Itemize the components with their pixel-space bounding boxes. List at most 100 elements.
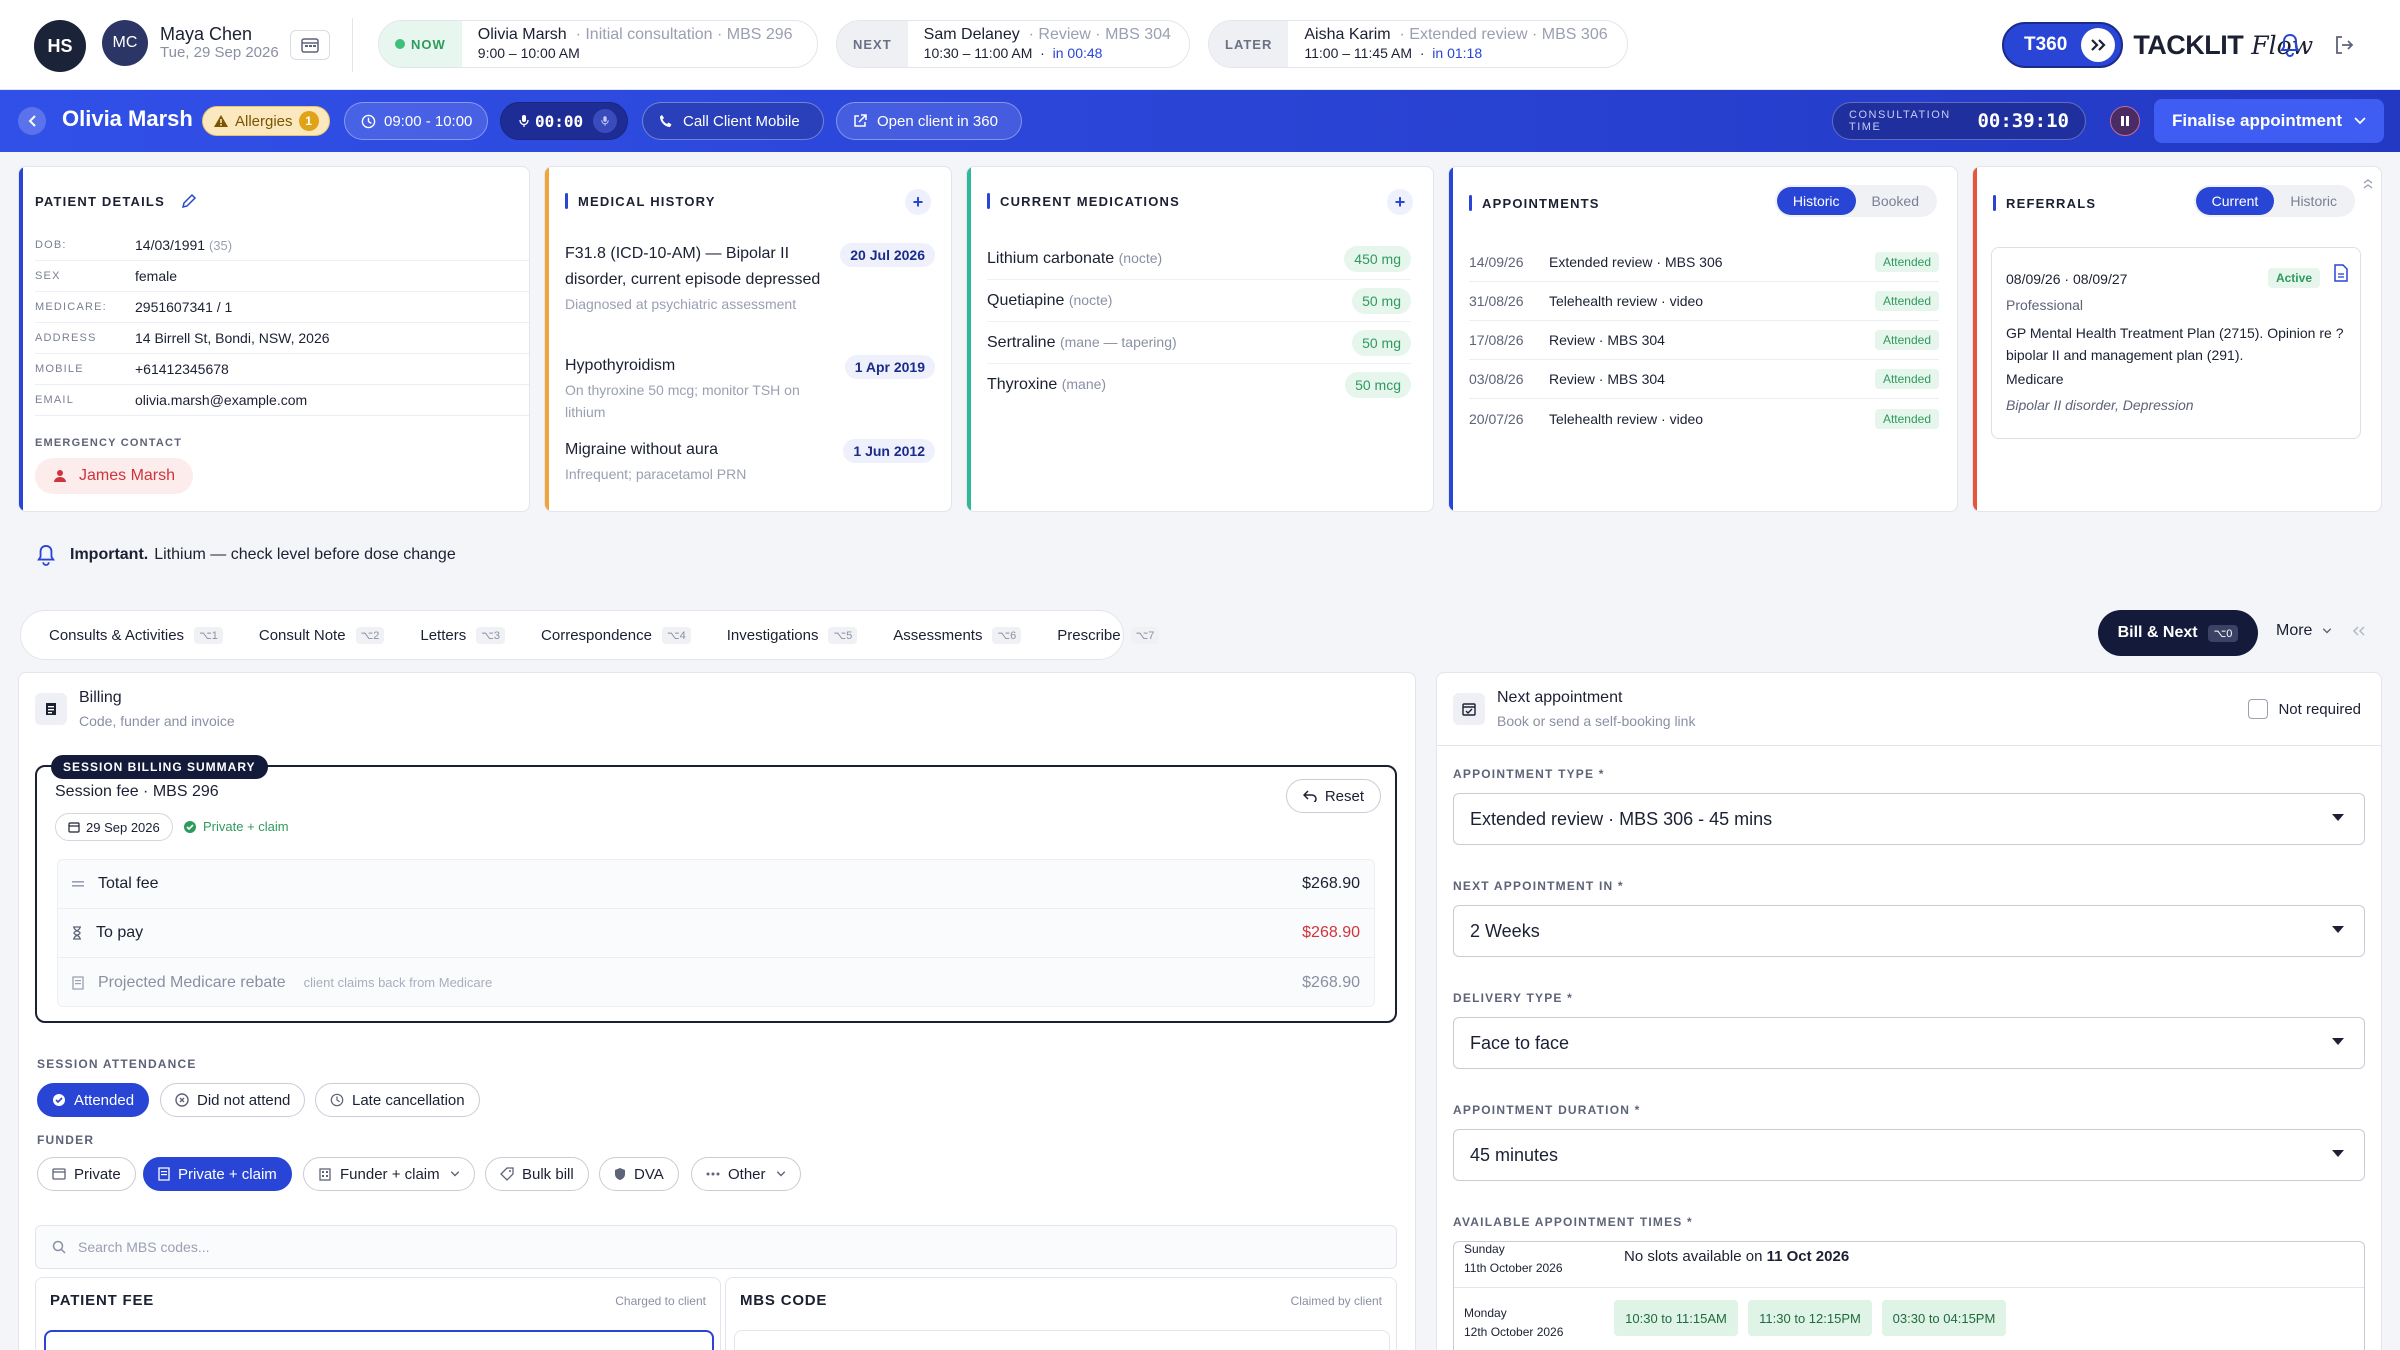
reset-button[interactable]: Reset <box>1285 779 1381 813</box>
more-menu-button[interactable]: More <box>2276 622 2366 640</box>
funder-bulk-bill[interactable]: Bulk bill <box>485 1157 589 1191</box>
later-patient-name: Aisha Karim <box>1304 26 1391 43</box>
history-item[interactable]: Migraine without aura Infrequent; parace… <box>565 437 935 485</box>
now-tag: NOW <box>379 21 462 67</box>
later-tag: LATER <box>1209 21 1289 67</box>
not-required-checkbox[interactable]: Not required <box>2248 699 2361 719</box>
microphone-toggle-icon[interactable] <box>593 109 618 133</box>
late-cancellation-option[interactable]: Late cancellation <box>315 1083 480 1117</box>
history-item[interactable]: Hypothyroidism On thyroxine 50 mcg; moni… <box>565 353 935 423</box>
caret-down-icon <box>2332 1150 2344 1158</box>
appointments-title: APPOINTMENTS <box>1469 195 1600 211</box>
edit-pencil-icon[interactable] <box>181 193 197 209</box>
add-history-button[interactable]: + <box>905 189 931 215</box>
tab-booked[interactable]: Booked <box>1856 187 1935 215</box>
appointment-row[interactable]: 31/08/26 Telehealth review · video Attende… <box>1469 282 1939 321</box>
tab-letters[interactable]: Letters ⌥3 <box>402 626 523 644</box>
tab-correspondence[interactable]: Correspondence ⌥4 <box>523 626 709 644</box>
calendar-icon[interactable] <box>290 30 330 60</box>
open-client-360-button[interactable]: Open client in 360 <box>836 102 1022 140</box>
chevron-down-icon <box>2322 628 2332 634</box>
time-slot-button[interactable]: 09:00 - 10:00 <box>344 102 488 140</box>
tab-investigations[interactable]: Investigations ⌥5 <box>709 626 876 644</box>
tab-historic[interactable]: Historic <box>1776 187 1856 215</box>
available-times-label: AVAILABLE APPOINTMENT TIMES * <box>1453 1215 1693 1229</box>
funder-dva[interactable]: DVA <box>599 1157 679 1191</box>
appointment-row[interactable]: 03/08/26 Review · MBS 304 Attended <box>1469 360 1939 399</box>
appointment-row[interactable]: 20/07/26 Telehealth review · video Attende… <box>1469 399 1939 438</box>
referral-item[interactable]: 08/09/26 · 08/09/27 Active Professional … <box>1991 247 2361 439</box>
bill-next-button[interactable]: Bill & Next ⌥0 <box>2098 610 2258 656</box>
tab-assessments[interactable]: Assessments ⌥6 <box>875 626 1039 644</box>
history-item[interactable]: F31.8 (ICD-10-AM) — Bipolar II disorder,… <box>565 241 935 315</box>
add-medication-button[interactable]: + <box>1387 189 1413 215</box>
status-badge: Attended <box>1874 291 1939 311</box>
later-appointment-pill[interactable]: LATER Aisha Karim · Extended review · MB… <box>1208 20 1628 68</box>
building-icon <box>318 1167 332 1181</box>
collapse-icon[interactable] <box>2352 626 2366 636</box>
time-slot[interactable]: 03:30 to 04:15PM <box>1882 1300 2006 1336</box>
tab-prescribe[interactable]: Prescribe ⌥7 <box>1039 626 1177 644</box>
mbs-code-row[interactable] <box>734 1330 1390 1350</box>
session-billing-summary: SESSION BILLING SUMMARY Session fee · MB… <box>35 755 1397 1023</box>
attended-option[interactable]: Attended <box>37 1083 150 1117</box>
logout-icon[interactable] <box>2330 31 2358 59</box>
appointments-card: APPOINTMENTS Historic Booked 14/09/26 Ext… <box>1448 166 1958 512</box>
collapse-chevron-icon[interactable] <box>2361 177 2375 191</box>
tab-consults-activities[interactable]: Consults & Activities ⌥1 <box>31 626 241 644</box>
bell-icon[interactable] <box>2276 31 2304 59</box>
user-avatar[interactable]: MC <box>102 20 148 66</box>
medication-row[interactable]: Lithium carbonate (nocte) 450 mg <box>987 238 1411 280</box>
history-date: 20 Jul 2026 <box>840 243 935 267</box>
status-badge: Attended <box>1874 369 1939 389</box>
delivery-type-select[interactable]: Face to face <box>1453 1017 2365 1069</box>
tab-referrals-historic[interactable]: Historic <box>2274 187 2353 215</box>
time-slot[interactable]: 10:30 to 11:15AM <box>1614 1300 1738 1336</box>
appointment-row[interactable]: 17/08/26 Review · MBS 304 Attended <box>1469 321 1939 360</box>
did-not-attend-option[interactable]: Did not attend <box>160 1083 306 1117</box>
now-appointment-pill[interactable]: NOW Olivia Marsh · Initial consultation … <box>378 20 818 68</box>
t360-badge[interactable]: T360 <box>2002 22 2124 68</box>
funder-private[interactable]: Private <box>37 1157 136 1191</box>
allergies-badge[interactable]: Allergies 1 <box>202 106 330 136</box>
document-icon[interactable] <box>2334 264 2348 282</box>
org-avatar[interactable]: HS <box>34 20 86 72</box>
important-alert: Important. Lithium — check level before d… <box>36 544 456 566</box>
patient-fee-row[interactable] <box>44 1330 714 1350</box>
next-appointment-in-select[interactable]: 2 Weeks <box>1453 905 2365 957</box>
total-fee-row: Total fee $268.90 <box>58 860 1374 909</box>
funder-other[interactable]: Other <box>691 1157 801 1191</box>
claim-status: Private + claim <box>183 819 289 834</box>
next-appointment-pill[interactable]: NEXT Sam Delaney · Review · MBS 304 10:3… <box>836 20 1190 68</box>
tab-current[interactable]: Current <box>2195 187 2275 215</box>
back-chevron-icon[interactable] <box>18 107 46 135</box>
referrals-card: REFERRALS Current Historic 08/09/26 · 08… <box>1972 166 2382 512</box>
brand-wordmark: TACKLIT <box>2133 29 2244 60</box>
tag-icon <box>500 1167 514 1181</box>
appointment-type-select[interactable]: Extended review · MBS 306 - 45 mins <box>1453 793 2365 845</box>
funder-funder-claim[interactable]: Funder + claim <box>303 1157 475 1191</box>
receipt-icon <box>72 975 84 990</box>
tab-consult-note[interactable]: Consult Note ⌥2 <box>241 626 403 644</box>
receipt-icon <box>158 1167 170 1181</box>
user-name: Maya Chen <box>160 24 253 44</box>
medication-row[interactable]: Sertraline (mane — tapering) 50 mg <box>987 322 1411 364</box>
recording-timer[interactable]: 00:00 <box>500 102 628 140</box>
appointment-duration-select[interactable]: 45 minutes <box>1453 1129 2365 1181</box>
call-client-mobile-button[interactable]: Call Client Mobile <box>642 102 824 140</box>
medication-row[interactable]: Quetiapine (nocte) 50 mg <box>987 280 1411 322</box>
time-slot[interactable]: 11:30 to 12:15PM <box>1748 1300 1872 1336</box>
fee-table: Total fee $268.90 To pay $268.90 Projected… <box>57 859 1375 1007</box>
mbs-search-input[interactable]: Search MBS codes... <box>35 1225 1397 1269</box>
appointment-row[interactable]: 14/09/26 Extended review · MBS 306 Attende… <box>1469 243 1939 282</box>
brand-logo[interactable]: T360 TACKLIT Flow <box>2002 22 2313 68</box>
medication-row[interactable]: Thyroxine (mane) 50 mcg <box>987 364 1411 406</box>
ellipsis-icon <box>706 1172 720 1176</box>
emergency-contact-button[interactable]: James Marsh <box>35 458 194 494</box>
status-badge: Attended <box>1874 252 1939 272</box>
funder-private-claim[interactable]: Private + claim <box>143 1157 292 1191</box>
to-pay-row: To pay $268.90 <box>58 909 1374 958</box>
patient-header: Olivia Marsh Allergies 1 09:00 - 10:00 0… <box>0 90 2400 152</box>
finalise-appointment-button[interactable]: Finalise appointment <box>2154 99 2384 143</box>
pause-icon[interactable] <box>2110 106 2140 136</box>
